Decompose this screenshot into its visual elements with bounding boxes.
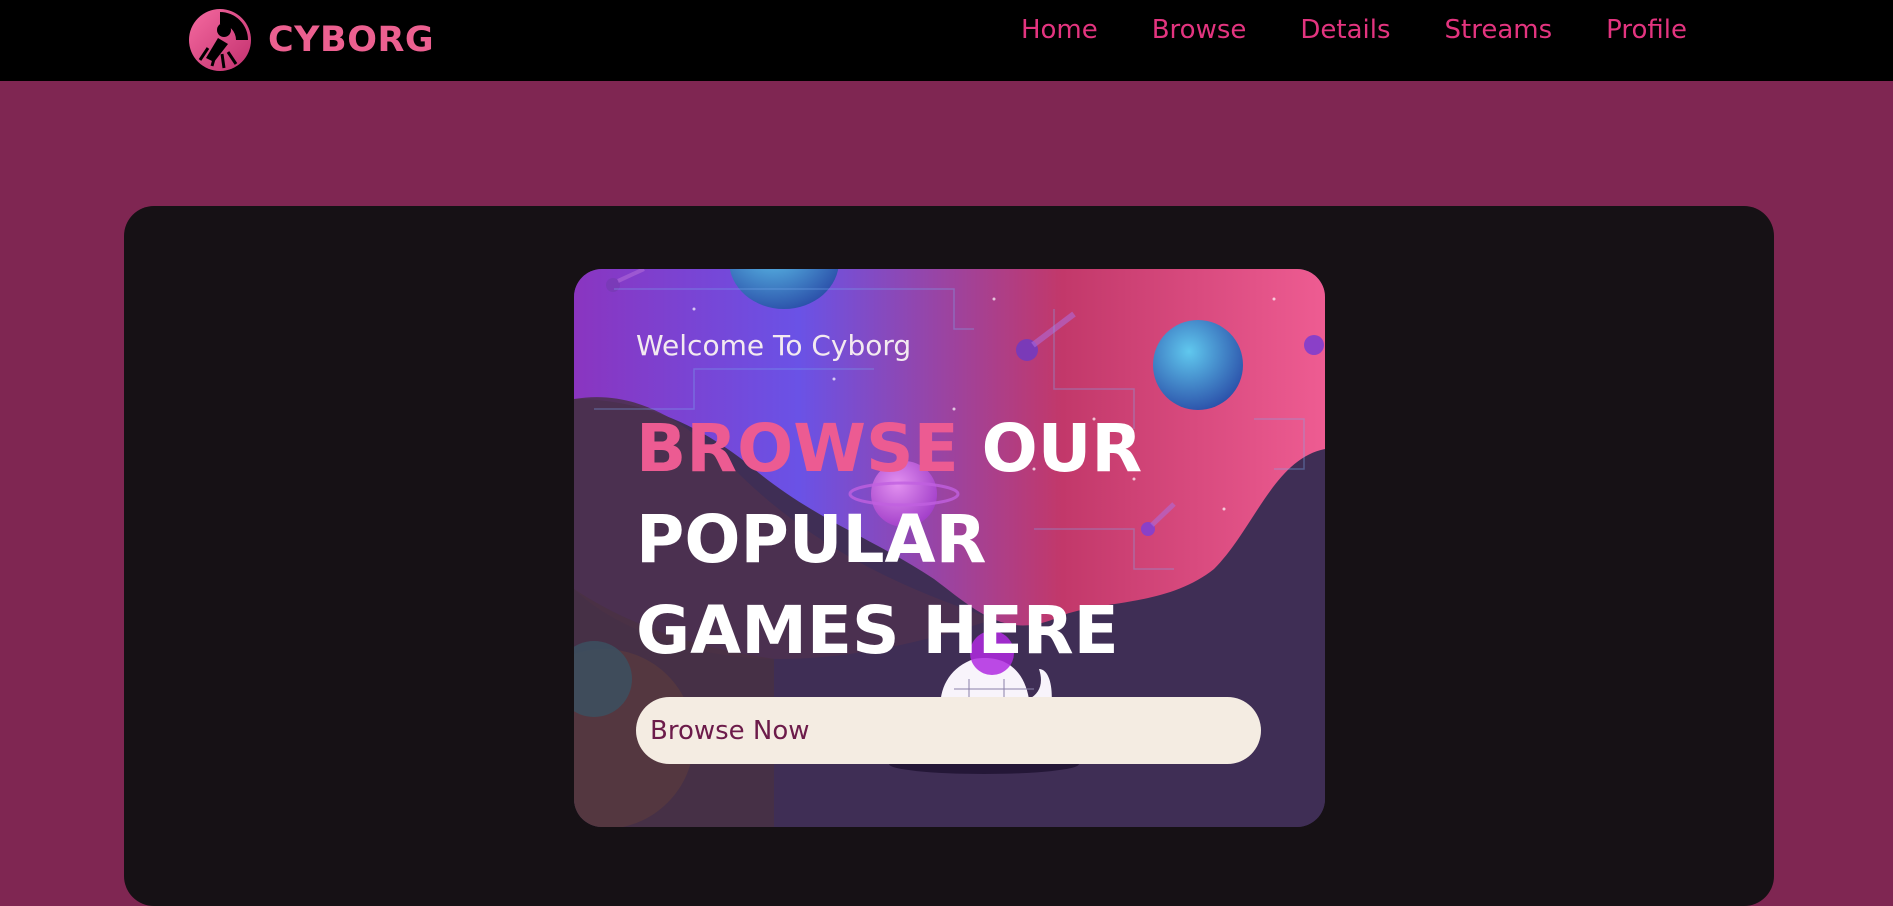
headline-line3: GAMES HERE [636, 592, 1119, 669]
nav-link-home[interactable]: Home [1021, 15, 1098, 45]
welcome-text: Welcome To Cyborg [636, 329, 912, 362]
hero-headline: BROWSE OUR POPULAR GAMES HERE [636, 403, 1236, 676]
headline-rest-line1: OUR [981, 410, 1143, 487]
nav-link-profile[interactable]: Profile [1606, 15, 1687, 45]
nav-link-details[interactable]: Details [1300, 15, 1390, 45]
main-nav: Home Browse Details Streams Profile [1021, 10, 1687, 50]
brand-name: CYBORG [268, 20, 435, 60]
headline-accent: BROWSE [636, 410, 959, 487]
cyborg-logo-icon [189, 9, 251, 71]
browse-now-button[interactable]: Browse Now [636, 697, 1261, 764]
headline-line2: POPULAR [636, 501, 987, 578]
brand-logo[interactable]: CYBORG [188, 7, 434, 73]
hero-banner: Welcome To Cyborg BROWSE OUR POPULAR GAMES… [574, 269, 1325, 827]
top-navbar: CYBORG Home Browse Details Streams Profi… [0, 0, 1893, 81]
nav-link-streams[interactable]: Streams [1445, 15, 1553, 45]
nav-link-browse[interactable]: Browse [1152, 15, 1247, 45]
